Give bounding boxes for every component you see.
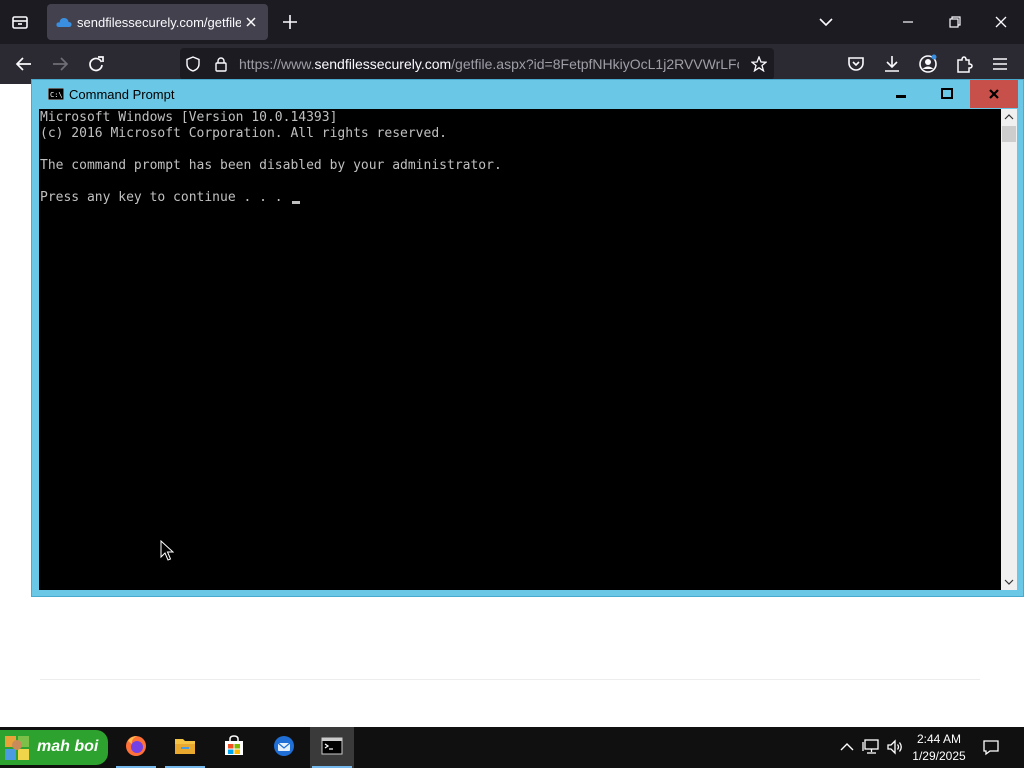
browser-tab[interactable]: sendfilessecurely.com/getfile.aspx?id=8F…	[47, 4, 268, 40]
console-line: Press any key to continue . . .	[40, 190, 291, 205]
network-icon[interactable]	[862, 738, 880, 756]
chevron-down-icon[interactable]	[816, 12, 836, 32]
extensions-icon[interactable]	[954, 54, 974, 74]
bookmark-star-icon[interactable]	[751, 56, 767, 72]
file-explorer-icon	[174, 735, 196, 757]
taskbar: mah boi 2:44 AM 1/29/2025	[0, 727, 1024, 768]
close-icon	[989, 89, 999, 99]
tab-title: sendfilessecurely.com/getfile.aspx?id=8F…	[77, 15, 241, 30]
shield-icon[interactable]	[185, 56, 201, 72]
address-bar[interactable]: https://www.sendfilessecurely.com/getfil…	[180, 48, 774, 80]
console-line: Microsoft Windows [Version 10.0.14393]	[40, 110, 338, 125]
chevron-up-icon[interactable]	[838, 738, 856, 756]
command-prompt-icon: C:\	[48, 88, 64, 100]
close-tab-icon[interactable]	[243, 14, 259, 30]
minimize-button[interactable]	[878, 80, 924, 108]
lock-icon[interactable]	[213, 56, 229, 72]
console-line: (c) 2016 Microsoft Corporation. All righ…	[40, 126, 447, 141]
page-divider	[40, 679, 980, 680]
taskbar-app-thunderbird[interactable]	[262, 727, 306, 768]
taskbar-app-command-prompt[interactable]	[310, 727, 354, 768]
download-icon[interactable]	[882, 54, 902, 74]
mouse-pointer-icon	[160, 540, 174, 562]
close-button[interactable]	[970, 80, 1018, 108]
window-title: Command Prompt	[69, 87, 175, 102]
cloud-icon	[56, 16, 72, 28]
forward-arrow-icon[interactable]	[50, 54, 70, 74]
new-tab-icon[interactable]	[280, 12, 300, 32]
taskbar-app-firefox[interactable]	[114, 727, 158, 768]
vertical-scrollbar[interactable]	[1001, 109, 1017, 590]
firefox-icon	[125, 735, 147, 757]
start-logo-icon	[4, 735, 30, 761]
maximize-icon	[941, 88, 953, 99]
volume-icon[interactable]	[886, 738, 904, 756]
clock-date: 1/29/2025	[912, 749, 966, 763]
url-text[interactable]: https://www.sendfilessecurely.com/getfil…	[239, 56, 739, 72]
command-prompt-icon	[321, 735, 343, 757]
taskbar-clock[interactable]: 2:44 AM 1/29/2025	[906, 731, 972, 765]
console-line: The command prompt has been disabled by …	[40, 158, 502, 173]
clock-time: 2:44 AM	[916, 732, 962, 746]
window-restore-icon[interactable]	[945, 12, 965, 32]
window-close-icon[interactable]	[991, 12, 1011, 32]
back-arrow-icon[interactable]	[14, 54, 34, 74]
scroll-up-icon[interactable]	[1001, 109, 1017, 125]
pocket-icon[interactable]	[846, 54, 866, 74]
action-center-icon[interactable]	[982, 738, 1000, 756]
account-icon[interactable]	[918, 54, 938, 74]
browser-tab-bar: sendfilessecurely.com/getfile.aspx?id=8F…	[0, 0, 1024, 44]
taskbar-app-microsoft-store[interactable]	[212, 727, 256, 768]
maximize-button[interactable]	[924, 80, 970, 108]
svg-text:C:\: C:\	[50, 91, 63, 99]
scroll-thumb[interactable]	[1002, 126, 1016, 142]
window-minimize-icon[interactable]	[898, 12, 918, 32]
minimize-icon	[896, 95, 906, 98]
start-button[interactable]: mah boi	[0, 730, 108, 765]
thunderbird-icon	[273, 735, 295, 757]
reload-icon[interactable]	[86, 54, 106, 74]
taskbar-app-file-explorer[interactable]	[163, 727, 207, 768]
command-prompt-window[interactable]: C:\ Command Prompt Microsoft Windows [Ve…	[31, 79, 1024, 597]
microsoft-store-icon	[223, 735, 245, 757]
tab-list-icon[interactable]	[8, 10, 32, 34]
console-output[interactable]: Microsoft Windows [Version 10.0.14393] (…	[39, 109, 1001, 590]
text-cursor	[292, 201, 301, 204]
scroll-down-icon[interactable]	[1001, 574, 1017, 590]
menu-icon[interactable]	[990, 54, 1010, 74]
start-label: mah boi	[37, 738, 99, 755]
